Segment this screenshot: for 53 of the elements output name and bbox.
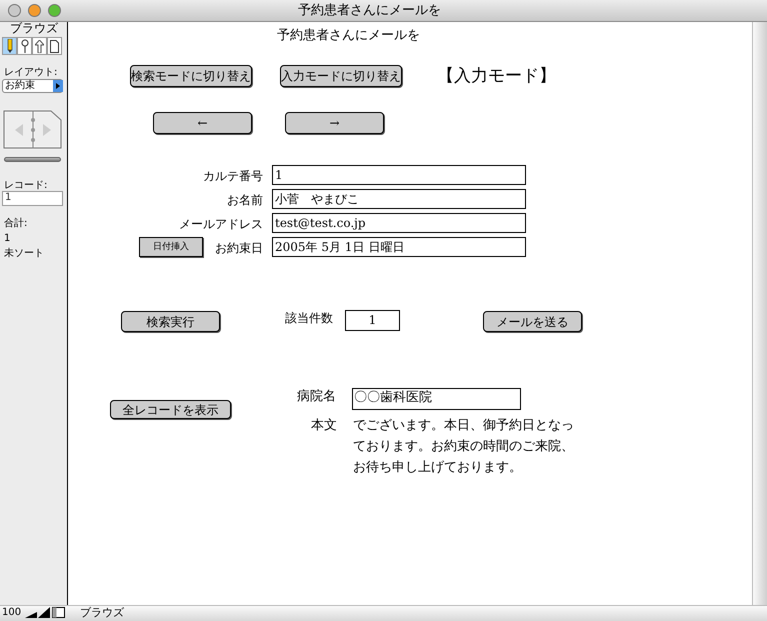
mode-indicator: 【入力モード】: [437, 66, 556, 86]
field-label: カルテ番号: [203, 168, 263, 185]
pencil-icon: [6, 39, 12, 53]
field-label: お名前: [227, 192, 263, 209]
hospital-label: 病院名: [297, 388, 336, 406]
total-count: 1: [4, 233, 10, 245]
body-label: 本文: [311, 417, 337, 435]
page-icon: [50, 40, 59, 52]
magnifier-icon: [20, 39, 28, 53]
record-field[interactable]: 1: [2, 191, 63, 206]
previous-record-button[interactable]: ←: [153, 112, 252, 134]
tool-button[interactable]: [32, 37, 47, 55]
book-icon[interactable]: [3, 110, 62, 149]
status-area-icon[interactable]: [52, 607, 65, 618]
count-label: 該当件数: [285, 310, 333, 326]
input-field[interactable]: 2005年 5月 1日 日曜日: [272, 237, 526, 257]
layout-label: レイアウト:: [4, 67, 58, 79]
window-title: 予約患者さんにメールを: [298, 2, 441, 20]
triangle-icon: [56, 83, 60, 89]
input-field[interactable]: test@test.co.jp: [272, 213, 526, 233]
input-mode-button[interactable]: 入力モードに切り替え: [280, 65, 402, 87]
input-field[interactable]: 1: [272, 165, 526, 185]
zoom-level: 100: [2, 606, 22, 620]
window-control-icon[interactable]: [8, 4, 21, 17]
mode-status: ブラウズ: [80, 606, 124, 620]
up-arrow-icon: [35, 40, 44, 52]
scroll-bar[interactable]: [752, 22, 767, 605]
zoom-in-icon[interactable]: [38, 607, 50, 618]
send-mail-button[interactable]: メールを送る: [483, 311, 582, 332]
search-button[interactable]: 検索実行: [121, 311, 220, 332]
count-field: 1: [345, 310, 400, 331]
tool-button[interactable]: [47, 37, 62, 55]
next-record-button[interactable]: →: [285, 112, 384, 134]
total-label: 合計:: [4, 218, 28, 230]
body-text-line: でございます。本日、御予約日となっ: [353, 417, 574, 435]
search-mode-button[interactable]: 検索モードに切り替え: [130, 65, 252, 87]
show-all-records-button[interactable]: 全レコードを表示: [110, 400, 231, 419]
body-text-line: ております。お約束の時間のご来院、: [353, 438, 574, 456]
hospital-field[interactable]: 〇〇歯科医院: [352, 388, 521, 410]
insert-date-button[interactable]: 日付挿入: [139, 237, 203, 257]
input-field[interactable]: 小菅 やまびこ: [272, 189, 526, 209]
record-label: レコード:: [4, 180, 48, 192]
mode-label: ブラウズ: [10, 21, 58, 35]
sort-status: 未ソート: [4, 248, 44, 260]
window-control-icon[interactable]: [48, 4, 61, 17]
tool-button[interactable]: [17, 37, 32, 55]
form-title: 予約患者さんにメールを: [277, 28, 420, 44]
window-control-icon[interactable]: [28, 4, 41, 17]
body-text-line: お待ち申し上げております。: [353, 459, 522, 477]
field-label: お約束日: [215, 240, 263, 257]
layout-popup[interactable]: お約束: [2, 79, 63, 93]
field-label: メールアドレス: [179, 216, 263, 233]
tool-button[interactable]: [2, 37, 17, 55]
